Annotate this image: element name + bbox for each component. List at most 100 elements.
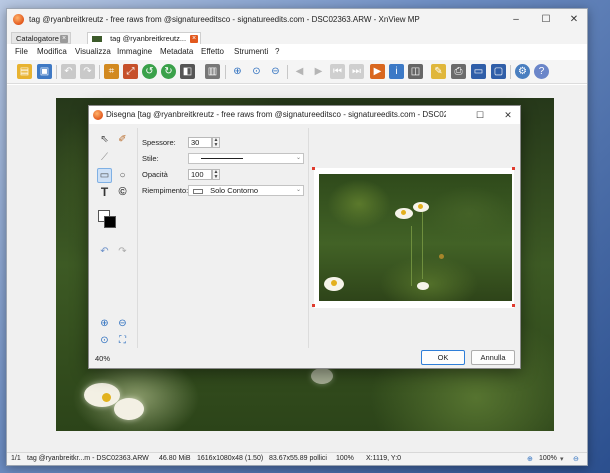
line-tool-icon[interactable]: ⟋ [97, 150, 112, 165]
zoom-fit-icon[interactable]: ⊙ [249, 64, 264, 79]
dialog-zoom-actual-icon[interactable]: ⊙ [97, 333, 112, 348]
menu-strumenti[interactable]: Strumenti [234, 47, 268, 56]
status-zoom-value[interactable]: 100% [539, 455, 557, 462]
toolbar-separator [99, 65, 100, 79]
tab-image[interactable]: tag @ryanbreitkreutz... × [87, 32, 201, 44]
thickness-label: Spessore: [142, 138, 176, 147]
dialog-maximize-button[interactable]: ☐ [467, 106, 493, 124]
selection-handle[interactable] [312, 304, 315, 307]
rotate-left-icon[interactable]: ↺ [142, 64, 157, 79]
status-bar: 1/1 tag @ryanbreitkr...m - DSC02363.ARW … [7, 452, 587, 465]
compare-icon[interactable]: ◫ [408, 64, 423, 79]
save-icon[interactable]: ▣ [37, 64, 52, 79]
chevron-down-icon: ⌄ [295, 155, 301, 161]
rectangle-tool-icon[interactable]: ▭ [97, 168, 112, 183]
help-icon[interactable]: ? [534, 64, 549, 79]
menu-metadata[interactable]: Metadata [160, 47, 193, 56]
histogram-icon[interactable]: ▥ [205, 64, 220, 79]
dialog-close-button[interactable]: ✕ [495, 106, 521, 124]
flower-center-decoration [331, 280, 337, 286]
fill-value: Solo Contorno [210, 186, 259, 195]
menu-file[interactable]: File [15, 47, 28, 56]
menu-modifica[interactable]: Modifica [37, 47, 67, 56]
brush-tool-icon[interactable]: ✐ [115, 132, 130, 147]
opacity-label: Opacità [142, 170, 168, 179]
menu-visualizza[interactable]: Visualizza [75, 47, 111, 56]
minimize-button[interactable]: – [501, 9, 531, 31]
tab-close-icon[interactable]: × [190, 35, 198, 43]
stepper-arrows-icon[interactable]: ▲ ▼ [212, 137, 220, 148]
thickness-value: 30 [191, 138, 200, 147]
toolbar-separator [56, 65, 57, 79]
adjust-icon[interactable]: ◧ [180, 64, 195, 79]
line-style-sample [201, 158, 243, 159]
watermark-tool-icon[interactable]: © [115, 185, 130, 200]
tool-properties-panel: Spessore: 30 ▲ ▼ Stile: ⌄ Opacità 100 ▲ ▼ … [137, 128, 309, 348]
redo-drawing-icon[interactable]: ↷ [115, 244, 130, 259]
tab-catalogatore[interactable]: Catalogatore × [11, 32, 71, 44]
slideshow-icon[interactable]: ▶ [370, 64, 385, 79]
selection-handle[interactable] [312, 167, 315, 170]
dialog-zoom-out-icon[interactable]: ⊖ [115, 316, 130, 331]
menu-help[interactable]: ? [275, 47, 279, 56]
settings-icon[interactable]: ⚙ [515, 64, 530, 79]
open-folder-icon[interactable]: ▤ [17, 64, 32, 79]
menu-immagine[interactable]: Immagine [117, 47, 152, 56]
foreground-color-swatch[interactable] [104, 216, 116, 228]
draw-icon[interactable]: ✎ [431, 64, 446, 79]
maximize-button[interactable]: ☐ [531, 9, 561, 31]
dialog-title-bar[interactable]: Disegna [tag @ryanbreitkreutz - free raw… [89, 106, 520, 124]
tab-bar: Catalogatore × tag @ryanbreitkreutz... × [7, 31, 587, 44]
flower-center-decoration [102, 393, 111, 402]
chevron-down-icon: ⌄ [295, 187, 301, 193]
cancel-button[interactable]: Annulla [471, 350, 515, 365]
zoom-out-icon[interactable]: ⊖ [268, 64, 283, 79]
next-icon[interactable]: ▶ [311, 64, 326, 79]
dialog-title: Disegna [tag @ryanbreitkreutz - free raw… [106, 110, 446, 119]
redo-icon[interactable]: ↷ [80, 64, 95, 79]
close-button[interactable]: ✕ [559, 9, 589, 31]
flower-center-decoration [401, 210, 406, 215]
print-icon[interactable]: ⎙ [451, 64, 466, 79]
tab-label: Catalogatore [16, 34, 59, 43]
selection-handle[interactable] [512, 304, 515, 307]
status-zoom-dropdown-icon[interactable]: ▾ [560, 455, 564, 463]
fill-dropdown[interactable]: Solo Contorno ⌄ [188, 185, 304, 196]
title-bar[interactable]: tag @ryanbreitkreutz - free raws from @s… [7, 9, 587, 31]
first-icon[interactable]: ⏮ [330, 64, 345, 79]
resize-icon[interactable]: ⤢ [123, 64, 138, 79]
thickness-stepper[interactable]: 30 ▲ ▼ [188, 137, 220, 148]
preview-photo [319, 174, 512, 301]
menu-effetto[interactable]: Effetto [201, 47, 224, 56]
status-filename: tag @ryanbreitkr...m - DSC02363.ARW [27, 455, 149, 462]
wallpaper-icon[interactable]: ▭ [471, 64, 486, 79]
last-icon[interactable]: ⏭ [349, 64, 364, 79]
flower-center-decoration [418, 204, 423, 209]
info-icon[interactable]: i [389, 64, 404, 79]
opacity-stepper[interactable]: 100 ▲ ▼ [188, 169, 220, 180]
dialog-zoom-in-icon[interactable]: ⊕ [97, 316, 112, 331]
toolbar-separator [225, 65, 226, 79]
selection-handle[interactable] [512, 167, 515, 170]
zoom-in-icon[interactable]: ⊕ [230, 64, 245, 79]
undo-icon[interactable]: ↶ [61, 64, 76, 79]
dialog-zoom-level: 40% [95, 354, 111, 363]
rotate-right-icon[interactable]: ↻ [161, 64, 176, 79]
stepper-arrows-icon[interactable]: ▲ ▼ [212, 169, 220, 180]
status-position: 1/1 [11, 455, 21, 462]
drawing-canvas[interactable] [312, 167, 515, 308]
line-style-dropdown[interactable]: ⌄ [188, 153, 304, 164]
toolbar: ▤ ▣ ↶ ↷ ⌗ ⤢ ↺ ↻ ◧ ▥ ⊕ ⊙ ⊖ ◀ ▶ ⏮ ⏭ ▶ i ◫ … [7, 60, 587, 84]
status-zoom-out-icon[interactable]: ⊖ [573, 455, 579, 463]
fullscreen-icon[interactable]: ▢ [491, 64, 506, 79]
pointer-tool-icon[interactable]: ⇖ [97, 132, 112, 147]
dialog-zoom-fit-icon[interactable]: ⛶ [115, 333, 130, 348]
text-tool-icon[interactable]: T [97, 185, 112, 200]
crop-icon[interactable]: ⌗ [104, 64, 119, 79]
ok-button[interactable]: OK [421, 350, 465, 365]
status-zoom-icon[interactable]: ⊕ [527, 455, 533, 463]
previous-icon[interactable]: ◀ [292, 64, 307, 79]
tab-close-icon[interactable]: × [60, 35, 68, 43]
ellipse-tool-icon[interactable]: ○ [115, 168, 130, 183]
undo-drawing-icon[interactable]: ↶ [97, 244, 112, 259]
